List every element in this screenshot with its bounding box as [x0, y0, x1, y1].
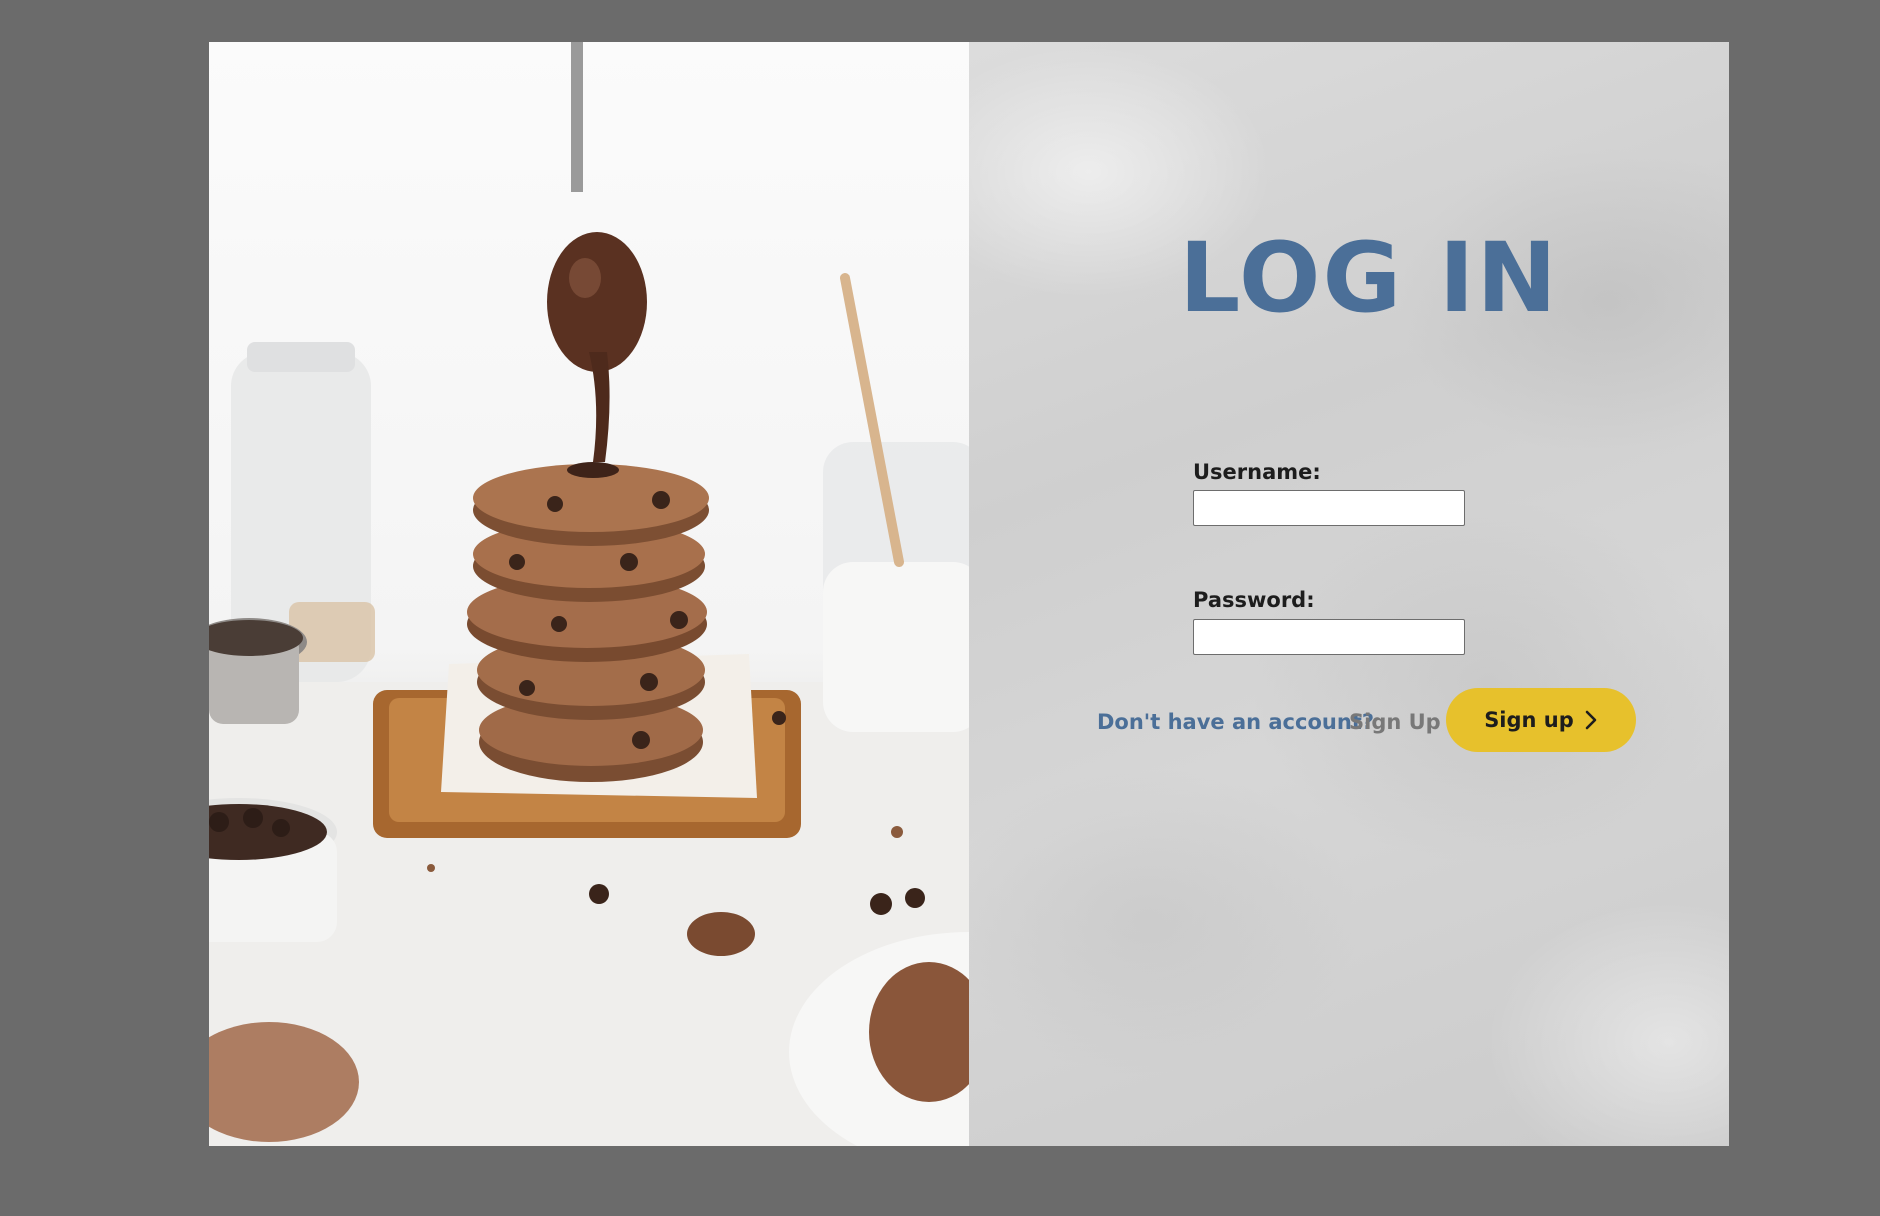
signup-button[interactable]: Sign up	[1446, 688, 1636, 752]
login-page-card: LOG IN Username: Password: Don't have an…	[209, 42, 1729, 1146]
cookie-stack-photo	[209, 42, 969, 1146]
password-label: Password:	[1193, 588, 1315, 612]
username-label: Username:	[1193, 460, 1321, 484]
cookie-photo-illustration	[209, 42, 969, 1146]
page-title: LOG IN	[1179, 222, 1559, 334]
signup-link[interactable]: Sign Up	[1349, 710, 1441, 734]
password-input[interactable]	[1193, 619, 1465, 655]
username-input[interactable]	[1193, 490, 1465, 526]
signup-prompt: Don't have an account?	[1097, 710, 1374, 734]
chevron-right-icon	[1585, 710, 1597, 730]
signup-button-label: Sign up	[1484, 708, 1574, 732]
login-panel: LOG IN Username: Password: Don't have an…	[969, 42, 1729, 1146]
signup-row: Don't have an account? Sign Up Sign up	[969, 688, 1729, 752]
